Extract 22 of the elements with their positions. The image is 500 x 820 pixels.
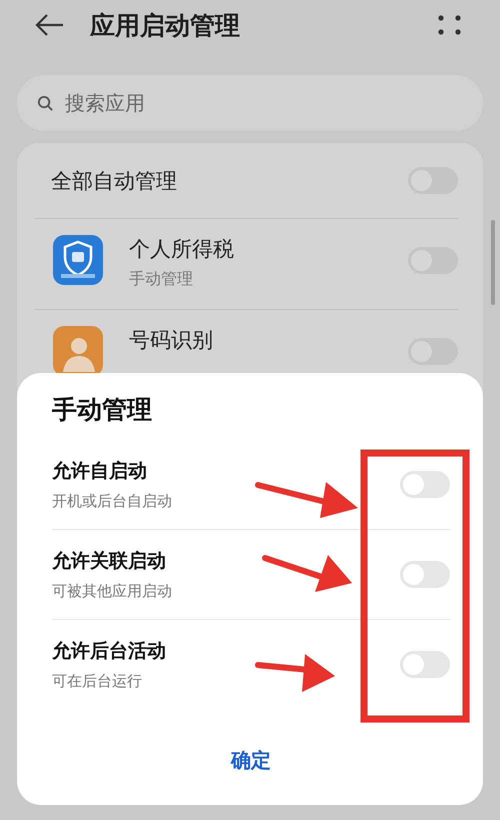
toggle-switch[interactable] xyxy=(400,651,450,678)
option-description: 可被其他应用启动 xyxy=(52,582,172,601)
option-label: 允许关联启动 xyxy=(52,549,167,574)
toggle-switch[interactable] xyxy=(400,561,450,588)
option-description: 开机或后台自启动 xyxy=(52,492,172,511)
app-name: 号码识别 xyxy=(129,327,214,354)
shield-app-icon[interactable] xyxy=(53,235,103,285)
option-description: 可在后台运行 xyxy=(52,672,143,691)
back-arrow-icon[interactable] xyxy=(35,13,65,37)
more-options-icon[interactable] xyxy=(438,14,462,36)
dialog-title: 手动管理 xyxy=(52,394,153,426)
app-name: 个人所得税 xyxy=(129,236,235,263)
option-label: 允许后台活动 xyxy=(52,639,166,664)
person-app-icon[interactable] xyxy=(53,326,103,376)
confirm-button[interactable]: 确定 xyxy=(221,743,281,778)
search-icon xyxy=(37,95,54,112)
app-status: 手动管理 xyxy=(129,269,194,290)
search-field[interactable]: 搜索应用 xyxy=(17,75,483,131)
option-label: 允许自启动 xyxy=(52,459,148,484)
toggle-switch[interactable] xyxy=(400,471,450,498)
page-title: 应用启动管理 xyxy=(90,10,241,42)
setting-label: 全部自动管理 xyxy=(51,168,177,194)
